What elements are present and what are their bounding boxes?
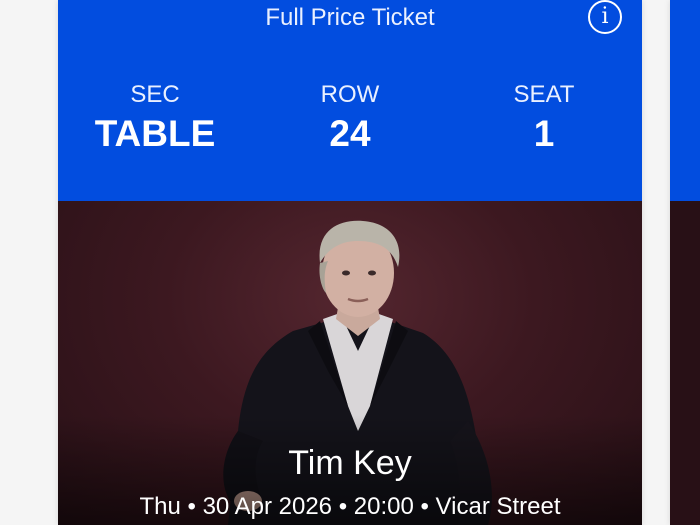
ticket-card[interactable]: Full Price Ticket i SEC TABLE ROW 24 SEA… <box>58 0 642 525</box>
info-icon[interactable]: i <box>588 0 622 34</box>
event-name: Tim Key <box>288 444 412 482</box>
seat-value: 1 <box>533 113 555 154</box>
row-value: 24 <box>329 113 371 154</box>
section-column: SEC TABLE <box>58 80 255 156</box>
row-label: ROW <box>320 81 380 108</box>
row-column: ROW 24 <box>250 80 450 156</box>
ticket-type-label: Full Price Ticket <box>265 4 435 31</box>
ticket-header: Full Price Ticket i SEC TABLE ROW 24 SEA… <box>58 0 642 201</box>
event-details: Thu • 30 Apr 2026 • 20:00 • Vicar Street <box>139 493 561 520</box>
seat-column: SEAT 1 <box>444 80 642 156</box>
next-ticket-card[interactable] <box>670 0 700 525</box>
ticket-view: Full Price Ticket i SEC TABLE ROW 24 SEA… <box>0 0 700 525</box>
section-label: SEC <box>130 81 180 108</box>
next-ticket-header <box>670 0 700 201</box>
next-ticket-photo <box>670 201 700 525</box>
seat-label: SEAT <box>513 81 575 108</box>
section-value: TABLE <box>94 113 216 154</box>
